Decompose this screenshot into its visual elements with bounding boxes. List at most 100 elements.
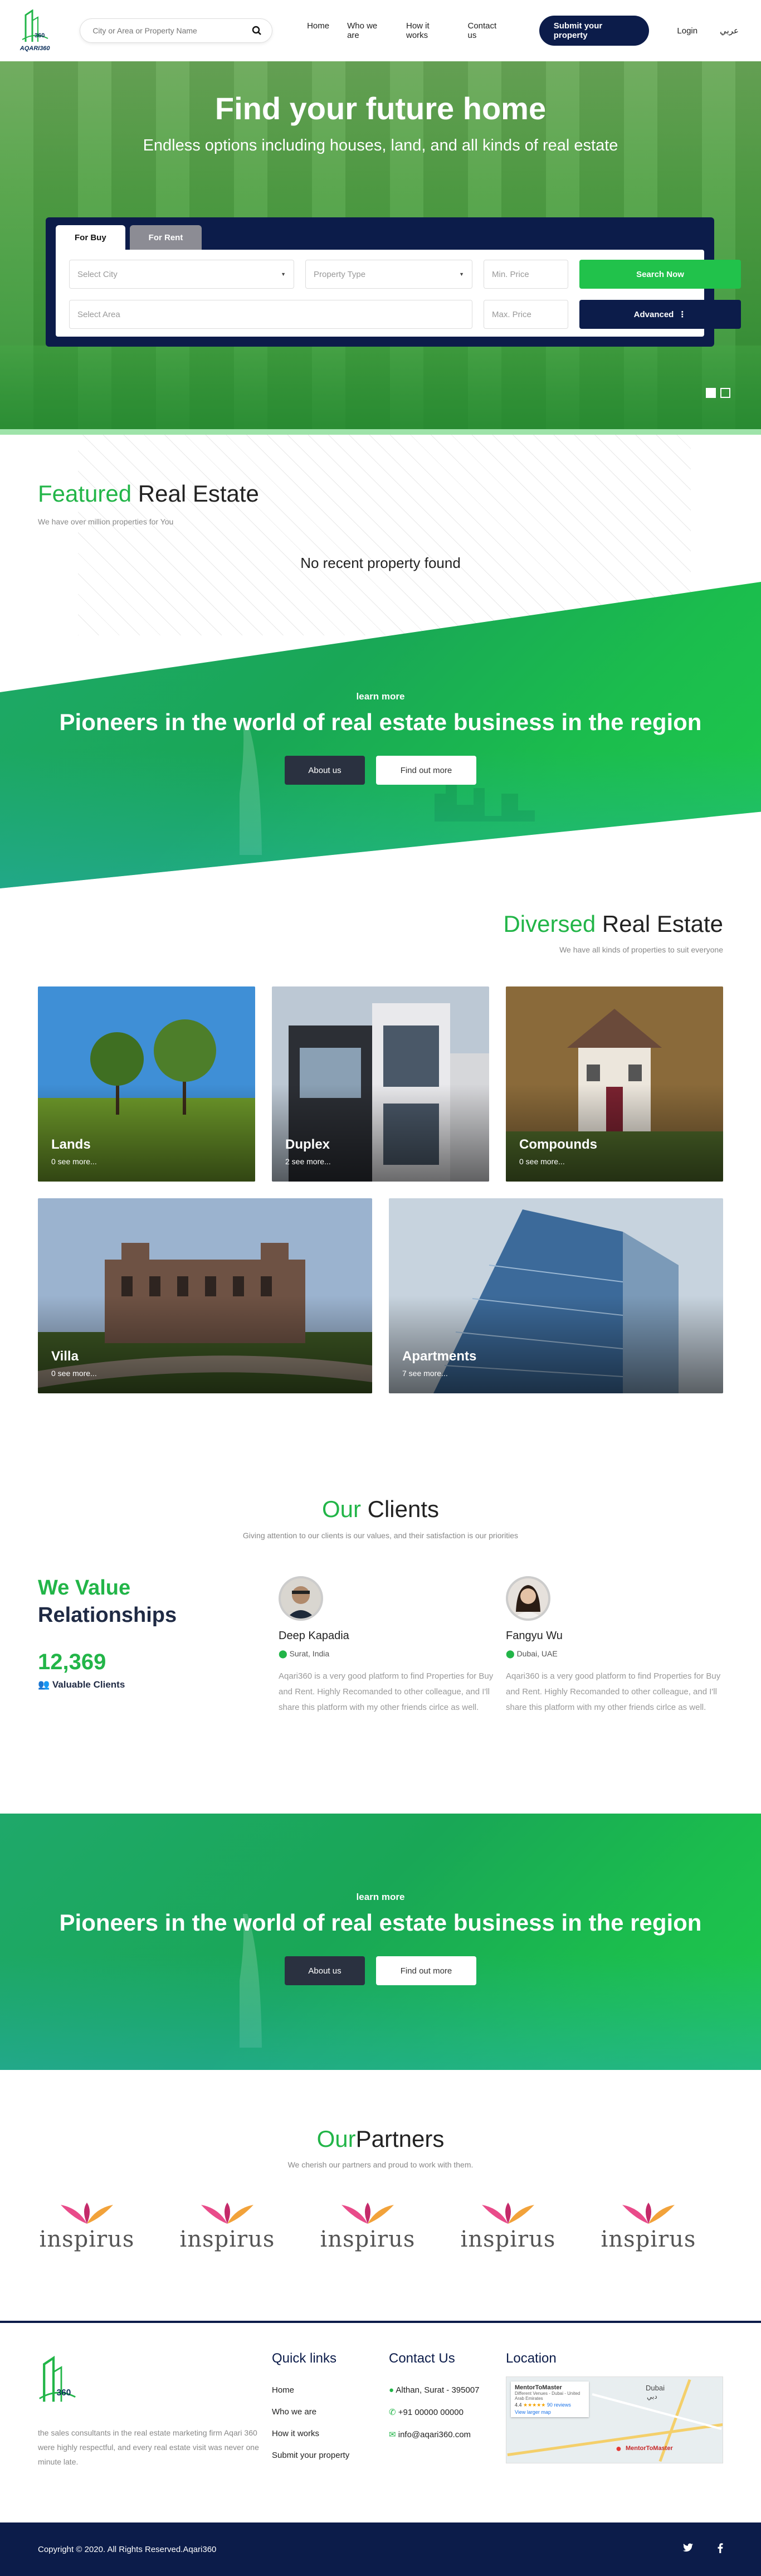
avatar — [279, 1576, 323, 1621]
map-city-label-ar: دبي — [647, 2393, 657, 2400]
tile-count[interactable]: 2 see more... — [285, 1157, 331, 1166]
envelope-icon: ✉ — [389, 2430, 396, 2439]
footer-phone[interactable]: ✆ +91 00000 00000 — [389, 2407, 480, 2417]
testimonial-text: Aqari360 is a very good platform to find… — [279, 1671, 494, 1712]
select-area-placeholder: Select Area — [77, 309, 120, 319]
clients-count: 12,369 — [38, 1650, 106, 1674]
footer-address: ● Althan, Surat - 395007 — [389, 2385, 480, 2395]
nav-home[interactable]: Home — [307, 21, 329, 40]
partners-section: OurPartners We cherish our partners and … — [0, 2070, 761, 2321]
search-input[interactable] — [92, 26, 252, 35]
tile-shade — [389, 1296, 723, 1393]
tile-shade — [272, 1084, 489, 1182]
category-tile-apartments[interactable]: Apartments 7 see more... — [389, 1198, 723, 1393]
slider-dot-1[interactable] — [706, 388, 716, 398]
map-reviews: 90 reviews — [547, 2402, 571, 2408]
facebook-icon[interactable] — [718, 2543, 723, 2556]
category-tile-lands[interactable]: Lands 0 see more... — [38, 986, 255, 1182]
hero-bottom-overlay — [0, 346, 761, 429]
clients-title-dark: Clients — [367, 1496, 440, 1522]
featured-title-green: Featured — [38, 480, 132, 507]
partner-name: inspirus — [39, 2227, 135, 2252]
avatar-image — [508, 1578, 548, 1618]
diversed-subtitle: We have all kinds of properties to suit … — [559, 945, 723, 954]
learn-more-kicker[interactable]: learn more — [0, 1892, 761, 1903]
search-icon[interactable] — [252, 26, 262, 36]
testimonial-location-row: ⬤ Surat, India — [279, 1649, 496, 1659]
address-text: Althan, Surat - 395007 — [396, 2385, 480, 2395]
partner-name: inspirus — [601, 2227, 696, 2252]
nav-contact-us[interactable]: Contact us — [468, 21, 505, 40]
property-search-box: For Buy For Rent Select City ▼ Property … — [46, 217, 741, 347]
find-out-more-button[interactable]: Find out more — [376, 756, 476, 785]
max-price-input[interactable]: Max. Price — [484, 300, 568, 329]
select-area-input[interactable]: Select Area — [69, 300, 472, 329]
footer-link-who-we-are[interactable]: Who we are — [272, 2407, 349, 2417]
clients-section: Our Clients Giving attention to our clie… — [0, 1446, 761, 1814]
quick-links-title: Quick links — [272, 2351, 337, 2366]
view-larger-map-link[interactable]: View larger map — [515, 2409, 585, 2415]
map-city-label: Dubai — [646, 2384, 665, 2392]
category-tile-duplex[interactable]: Duplex 2 see more... — [272, 986, 489, 1182]
footer-link-home[interactable]: Home — [272, 2385, 349, 2395]
tile-shade — [38, 1296, 372, 1393]
lotus-icon — [622, 2203, 675, 2224]
find-out-more-button[interactable]: Find out more — [376, 1956, 476, 1985]
svg-text:360: 360 — [57, 2388, 71, 2398]
partner-logo[interactable]: inspirus — [593, 2201, 704, 2252]
hero-title: Find your future home — [214, 91, 547, 126]
partner-logo[interactable]: inspirus — [452, 2201, 564, 2252]
property-type-dropdown[interactable]: Property Type ▼ — [305, 260, 472, 289]
partner-name: inspirus — [460, 2227, 556, 2252]
min-price-placeholder: Min. Price — [492, 269, 529, 279]
search-tabs: For Buy For Rent — [56, 225, 704, 250]
tab-for-buy[interactable]: For Buy — [56, 225, 125, 250]
tile-count[interactable]: 0 see more... — [519, 1157, 565, 1166]
search-now-button[interactable]: Search Now — [579, 260, 741, 289]
footer-email[interactable]: ✉ info@aqari360.com — [389, 2429, 480, 2439]
location-map[interactable]: MentorToMaster Different Venues - Dubai … — [506, 2376, 723, 2463]
about-us-button[interactable]: About us — [285, 1956, 365, 1985]
tile-name: Villa — [51, 1349, 79, 1364]
quick-links-column: Quick links Home Who we are How it works… — [272, 2351, 349, 2460]
submit-property-button[interactable]: Submit your property — [539, 16, 650, 46]
copyright-text: Copyright © 2020. All Rights Reserved.Aq… — [38, 2544, 217, 2554]
tab-for-rent[interactable]: For Rent — [129, 225, 202, 250]
footer-link-how-it-works[interactable]: How it works — [272, 2429, 349, 2438]
slider-dot-2[interactable] — [720, 388, 730, 398]
select-city-dropdown[interactable]: Select City ▼ — [69, 260, 294, 289]
partner-logo[interactable]: inspirus — [312, 2201, 423, 2252]
clients-title-green: Our — [321, 1496, 361, 1522]
more-vertical-icon: ⋮ — [678, 310, 687, 319]
partner-logo[interactable]: inspirus — [31, 2201, 143, 2252]
map-info-card: MentorToMaster Different Venues - Dubai … — [511, 2381, 589, 2417]
tile-count[interactable]: 0 see more... — [51, 1157, 97, 1166]
contact-column: Contact Us ● Althan, Surat - 395007 ✆ +9… — [389, 2351, 480, 2439]
footer-link-submit-property[interactable]: Submit your property — [272, 2451, 349, 2460]
footer-logo[interactable]: 360 — [38, 2353, 77, 2417]
caret-down-icon: ▼ — [459, 271, 464, 277]
nav-how-it-works[interactable]: How it works — [406, 21, 450, 40]
partners-subtitle: We cherish our partners and proud to wor… — [287, 2160, 474, 2169]
site-logo[interactable]: 360 AQARI360 — [19, 7, 51, 55]
map-marker-icon: ⬤ — [279, 1649, 287, 1658]
pioneers-title: Pioneers in the world of real estate bus… — [59, 1909, 702, 1936]
map-pin-label: MentorToMaster — [626, 2445, 673, 2452]
twitter-icon[interactable] — [683, 2543, 693, 2556]
login-link[interactable]: Login — [677, 26, 697, 36]
nav-who-we-are[interactable]: Who we are — [347, 21, 388, 40]
diversed-title: Diversed Real Estate — [503, 911, 723, 937]
min-price-input[interactable]: Min. Price — [484, 260, 568, 289]
learn-more-kicker[interactable]: learn more — [0, 691, 761, 702]
advanced-search-button[interactable]: Advanced ⋮ — [579, 300, 741, 329]
category-tile-compounds[interactable]: Compounds 0 see more... — [506, 986, 723, 1182]
category-tile-villa[interactable]: Villa 0 see more... — [38, 1198, 372, 1393]
about-us-button[interactable]: About us — [285, 756, 365, 785]
map-marker-icon: ● — [389, 2385, 394, 2395]
tile-count[interactable]: 0 see more... — [51, 1369, 97, 1378]
tile-count[interactable]: 7 see more... — [402, 1369, 448, 1378]
language-toggle[interactable]: عربي — [720, 26, 739, 36]
property-type-label: Property Type — [314, 269, 366, 279]
contact-title: Contact Us — [389, 2351, 455, 2366]
partner-logo[interactable]: inspirus — [172, 2201, 283, 2252]
